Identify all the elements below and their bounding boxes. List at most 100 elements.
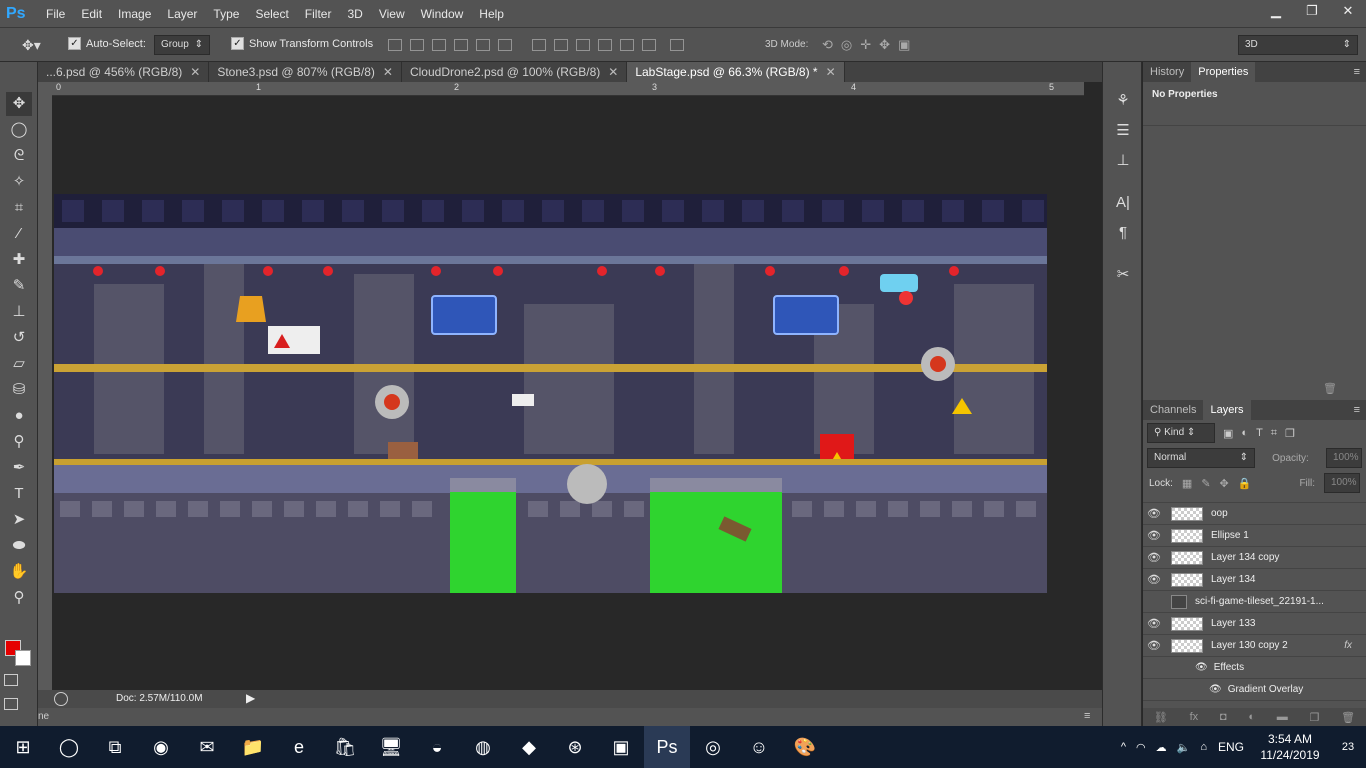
layer-filter-dropdown[interactable]: ⚲ Kind ⇕ xyxy=(1147,423,1215,443)
tab-history[interactable]: History xyxy=(1143,62,1191,82)
layer-row[interactable]: 👁 Layer 134 copy xyxy=(1143,547,1366,569)
layer-row[interactable]: 👁 Layer 134 xyxy=(1143,569,1366,591)
distribute-top-icon[interactable] xyxy=(532,39,546,51)
layer-row[interactable]: 👁 Layer 130 copy 2 fx xyxy=(1143,635,1366,657)
menu-window[interactable]: Window xyxy=(413,0,472,28)
brush-tool-icon[interactable]: ✎ xyxy=(6,274,32,298)
status-arrow-icon[interactable]: ▶ xyxy=(246,691,255,705)
scale-3d-icon[interactable]: ▣ xyxy=(898,37,910,53)
trash-icon[interactable]: 🗑 xyxy=(1323,382,1337,395)
filter-adjust-icon[interactable]: ◐ xyxy=(1241,427,1248,439)
brush-presets-icon[interactable]: ⚘ xyxy=(1109,88,1137,114)
app-icon-red[interactable]: ◉ xyxy=(138,726,184,768)
status-menu-icon[interactable] xyxy=(54,692,68,706)
crop-tool-icon[interactable]: ⌗ xyxy=(6,196,32,220)
filter-type-icon[interactable]: T xyxy=(1256,427,1263,439)
edge-browser-icon[interactable]: e xyxy=(276,726,322,768)
eye-icon[interactable]: 👁 xyxy=(1143,573,1165,586)
eye-icon[interactable]: 👁 xyxy=(1209,684,1222,695)
effect-item-row[interactable]: 👁 Gradient Overlay xyxy=(1143,679,1366,701)
tools-panel-icon[interactable]: ✂ xyxy=(1109,262,1137,288)
lock-image-icon[interactable]: ✎ xyxy=(1201,477,1210,490)
eye-icon[interactable]: 👁 xyxy=(1143,529,1165,542)
quick-mask-icon[interactable] xyxy=(4,674,18,686)
marquee-tool-icon[interactable]: ◯ xyxy=(6,118,32,142)
notification-count[interactable]: 23 xyxy=(1330,741,1366,753)
github-icon[interactable]: ◍ xyxy=(460,726,506,768)
menu-view[interactable]: View xyxy=(371,0,413,28)
layer-row[interactable]: 👁 Layer 133 xyxy=(1143,613,1366,635)
distribute-left-icon[interactable] xyxy=(598,39,612,51)
distribute-bottom-icon[interactable] xyxy=(576,39,590,51)
clock[interactable]: 3:54 AM 11/24/2019 xyxy=(1250,731,1330,763)
slide-3d-icon[interactable]: ✥ xyxy=(879,37,890,53)
restore-button[interactable]: ❐ xyxy=(1294,0,1330,22)
visibility-off-icon[interactable]: ▢ xyxy=(1143,595,1165,608)
menu-edit[interactable]: Edit xyxy=(73,0,110,28)
zoom-tool-icon[interactable]: ⚲ xyxy=(6,586,32,610)
layer-row[interactable]: 👁 Ellipse 1 xyxy=(1143,525,1366,547)
close-icon[interactable]: ✕ xyxy=(608,65,618,79)
steam-icon[interactable]: ⊛ xyxy=(552,726,598,768)
pen-tool-icon[interactable]: ✒ xyxy=(6,456,32,480)
pan-3d-icon[interactable]: ✛ xyxy=(860,37,871,53)
dodge-tool-icon[interactable]: ⚲ xyxy=(6,430,32,454)
panel-menu-icon[interactable]: ≡ xyxy=(1354,404,1360,416)
blur-tool-icon[interactable]: ● xyxy=(6,404,32,428)
tab-properties[interactable]: Properties xyxy=(1191,62,1256,82)
add-style-icon[interactable]: fx xyxy=(1190,711,1199,723)
path-selection-tool-icon[interactable]: ➤ xyxy=(6,508,32,532)
fx-badge[interactable]: fx xyxy=(1344,640,1352,651)
tab-channels[interactable]: Channels xyxy=(1143,400,1203,420)
app-headset-icon[interactable]: ◒ xyxy=(414,726,460,768)
wifi-icon[interactable]: ◠ xyxy=(1131,741,1151,754)
layer-row[interactable]: ▢ sci-fi-game-tileset_22191-1... xyxy=(1143,591,1366,613)
effects-row[interactable]: 👁 Effects xyxy=(1143,657,1366,679)
align-bottom-icon[interactable] xyxy=(432,39,446,51)
screen-mode-icon[interactable] xyxy=(4,698,18,710)
menu-image[interactable]: Image xyxy=(110,0,159,28)
healing-brush-tool-icon[interactable]: ✚ xyxy=(6,248,32,272)
magic-wand-tool-icon[interactable]: ✧ xyxy=(6,170,32,194)
new-group-icon[interactable]: ▬ xyxy=(1277,711,1288,723)
store-icon[interactable]: 🛍 xyxy=(322,726,368,768)
menu-select[interactable]: Select xyxy=(247,0,296,28)
opacity-field[interactable]: 100% xyxy=(1326,448,1362,468)
filter-smart-icon[interactable]: ❐ xyxy=(1285,427,1295,440)
eye-icon[interactable]: 👁 xyxy=(1143,617,1165,630)
close-button[interactable]: ✕ xyxy=(1330,0,1366,22)
workspace-dropdown[interactable]: 3D ⇕ xyxy=(1238,35,1358,55)
move-tool-icon[interactable]: ✥ xyxy=(6,92,32,116)
cortana-search-icon[interactable]: ◯ xyxy=(46,726,92,768)
line-icon[interactable]: ▣ xyxy=(598,726,644,768)
link-layers-icon[interactable]: ⛓ xyxy=(1154,711,1168,724)
windows-start-icon[interactable]: ⊞ xyxy=(0,726,46,768)
distribute-hcenter-icon[interactable] xyxy=(620,39,634,51)
paint-icon[interactable]: 🎨 xyxy=(782,726,828,768)
onedrive-icon[interactable]: ☁ xyxy=(1151,741,1172,754)
close-icon[interactable]: ✕ xyxy=(190,65,200,79)
lasso-tool-icon[interactable]: ᘓ xyxy=(6,144,32,168)
discord-icon[interactable]: ☺ xyxy=(736,726,782,768)
adjustment-layer-icon[interactable]: ◐ xyxy=(1248,711,1255,723)
eye-icon[interactable]: 👁 xyxy=(1195,662,1208,673)
tray-expand-icon[interactable]: ^ xyxy=(1116,741,1131,753)
photoshop-taskbar-icon[interactable]: Ps xyxy=(644,726,690,768)
align-top-icon[interactable] xyxy=(388,39,402,51)
distribute-vcenter-icon[interactable] xyxy=(554,39,568,51)
history-brush-tool-icon[interactable]: ↺ xyxy=(6,326,32,350)
delete-layer-icon[interactable]: 🗑 xyxy=(1341,711,1355,724)
file-explorer-icon[interactable]: 📁 xyxy=(230,726,276,768)
app-green-icon[interactable]: ◆ xyxy=(506,726,552,768)
language-indicator[interactable]: ENG xyxy=(1212,740,1250,754)
menu-filter[interactable]: Filter xyxy=(297,0,340,28)
eye-icon[interactable]: 👁 xyxy=(1143,551,1165,564)
lock-all-icon[interactable]: 🔒 xyxy=(1238,477,1252,490)
align-right-icon[interactable] xyxy=(498,39,512,51)
menu-layer[interactable]: Layer xyxy=(159,0,205,28)
align-hcenter-icon[interactable] xyxy=(476,39,490,51)
layer-row[interactable]: 👁 oop xyxy=(1143,503,1366,525)
eye-icon[interactable]: 👁 xyxy=(1143,639,1165,652)
doc-tab[interactable]: CloudDrone2.psd @ 100% (RGB/8) ✕ xyxy=(402,62,628,82)
close-icon[interactable]: ✕ xyxy=(383,65,393,79)
